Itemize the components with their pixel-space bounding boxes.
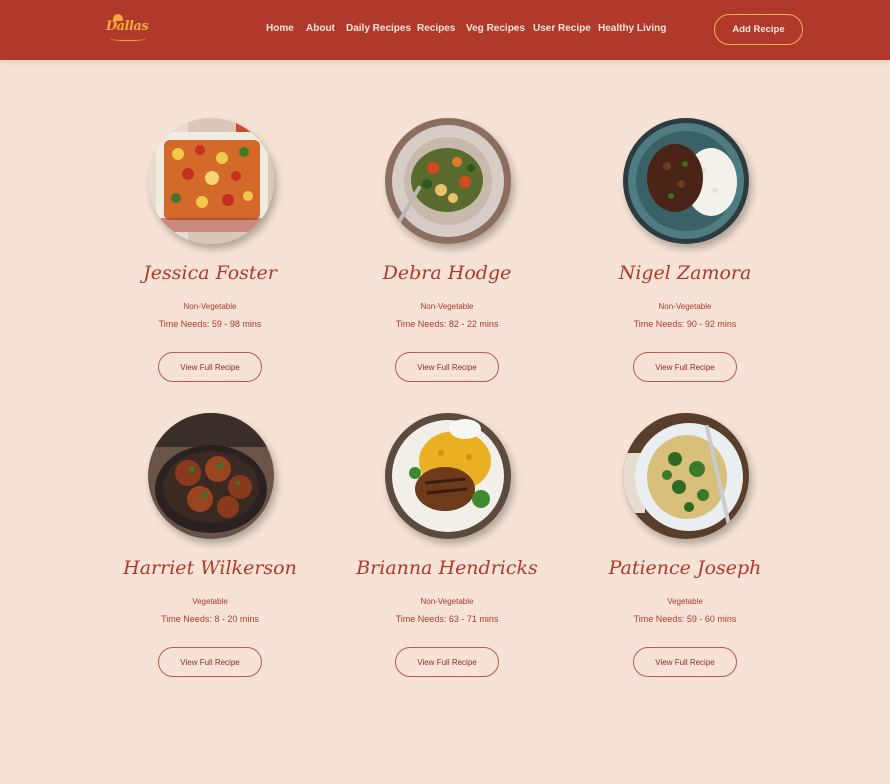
recipe-card: Patience Joseph Vegetable Time Needs: 59… [566, 413, 804, 683]
recipe-name: Patience Joseph [608, 557, 762, 579]
recipe-time: Time Needs: 59 - 60 mins [633, 614, 737, 624]
recipe-time: Time Needs: 90 - 92 mins [633, 319, 737, 329]
nav-healthy-living[interactable]: Healthy Living [598, 23, 666, 34]
add-recipe-button[interactable]: Add Recipe [714, 14, 803, 45]
nav-about[interactable]: About [306, 23, 335, 34]
recipe-name: Nigel Zamora [618, 262, 752, 284]
recipe-time: Time Needs: 59 - 98 mins [158, 319, 262, 329]
view-full-recipe-button[interactable]: View Full Recipe [633, 647, 737, 677]
nav-veg-recipes[interactable]: Veg Recipes [466, 23, 525, 34]
recipe-image-mince-rice[interactable] [623, 118, 749, 244]
nav-user-recipe[interactable]: User Recipe [533, 23, 591, 34]
recipe-image-chicken-rice[interactable] [385, 413, 511, 539]
recipe-time: Time Needs: 63 - 71 mins [395, 614, 499, 624]
recipe-type: Non-Vegetable [183, 302, 237, 311]
recipe-name: Harriet Wilkerson [123, 557, 297, 579]
brand-logo[interactable]: Dallas [104, 14, 150, 44]
view-full-recipe-button[interactable]: View Full Recipe [633, 352, 737, 382]
recipe-name: Debra Hodge [382, 262, 512, 284]
recipe-card: Debra Hodge Non-Vegetable Time Needs: 82… [328, 118, 566, 388]
recipe-card: Harriet Wilkerson Vegetable Time Needs: … [91, 413, 329, 683]
recipe-type: Non-Vegetable [420, 597, 474, 606]
recipe-card: Jessica Foster Non-Vegetable Time Needs:… [91, 118, 329, 388]
recipe-type: Vegetable [192, 597, 228, 606]
nav-daily-recipes[interactable]: Daily Recipes [346, 23, 411, 34]
nav-home[interactable]: Home [266, 23, 294, 34]
recipe-image-stir-fry[interactable] [385, 118, 511, 244]
top-navbar: Dallas Home About Daily Recipes Recipes … [0, 0, 890, 60]
recipe-type: Vegetable [667, 597, 703, 606]
view-full-recipe-button[interactable]: View Full Recipe [395, 352, 499, 382]
view-full-recipe-button[interactable]: View Full Recipe [158, 352, 262, 382]
view-full-recipe-button[interactable]: View Full Recipe [395, 647, 499, 677]
logo-text: Dallas [105, 19, 149, 34]
recipe-type: Non-Vegetable [420, 302, 474, 311]
recipe-name: Jessica Foster [143, 262, 277, 284]
view-full-recipe-button[interactable]: View Full Recipe [158, 647, 262, 677]
recipe-card: Brianna Hendricks Non-Vegetable Time Nee… [328, 413, 566, 683]
recipe-card: Nigel Zamora Non-Vegetable Time Needs: 9… [566, 118, 804, 388]
recipe-time: Time Needs: 82 - 22 mins [395, 319, 499, 329]
recipe-type: Non-Vegetable [658, 302, 712, 311]
recipe-image-pasta[interactable] [623, 413, 749, 539]
nav-recipes[interactable]: Recipes [417, 23, 455, 34]
recipe-image-meatballs[interactable] [148, 413, 274, 539]
recipe-name: Brianna Hendricks [356, 557, 538, 579]
logo-swoosh [110, 37, 146, 41]
recipe-image-casserole[interactable] [148, 118, 274, 244]
recipe-time: Time Needs: 8 - 20 mins [161, 614, 259, 624]
